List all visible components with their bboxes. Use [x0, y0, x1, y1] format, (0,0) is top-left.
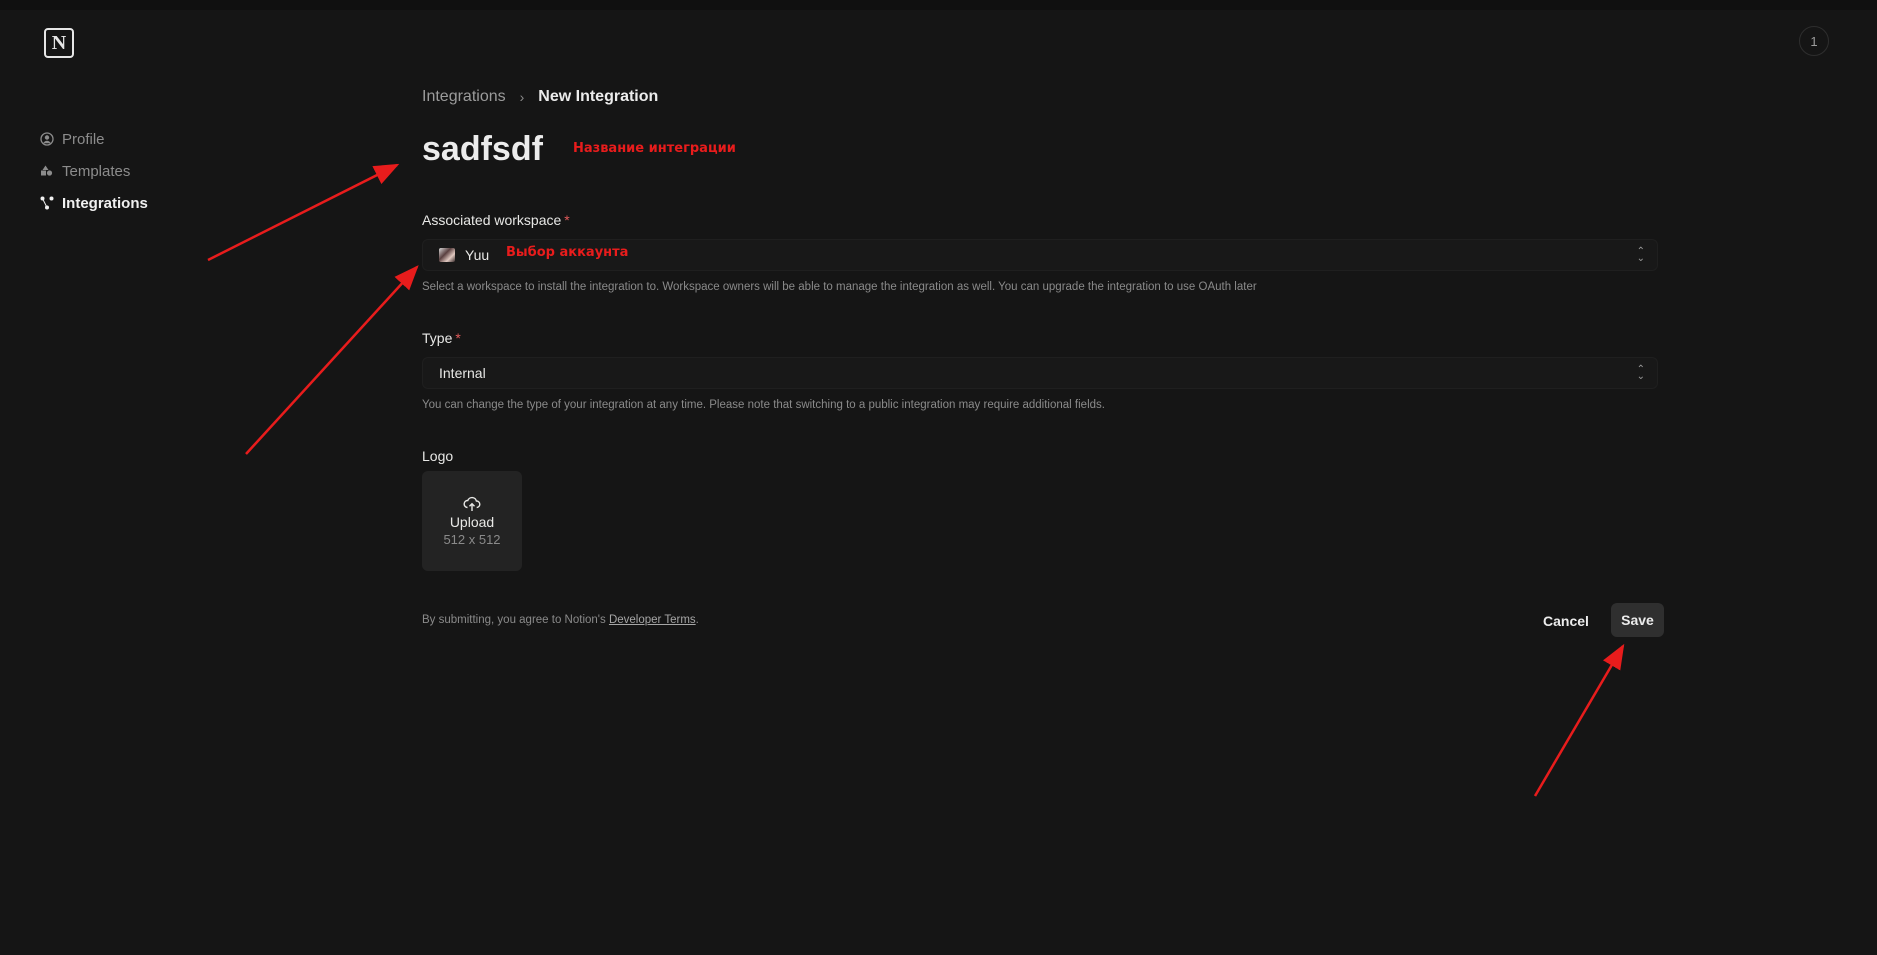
cancel-button[interactable]: Cancel — [1529, 605, 1603, 637]
workspace-label-text: Associated workspace — [422, 212, 562, 228]
account-avatar[interactable]: 1 — [1799, 26, 1829, 56]
notion-logo[interactable]: N — [44, 28, 74, 58]
save-button[interactable]: Save — [1611, 603, 1664, 637]
user-circle-icon — [40, 132, 54, 146]
terms-prefix: By submitting, you agree to Notion's — [422, 614, 609, 626]
workspace-label: Associated workspace * — [422, 212, 570, 228]
annotation-arrows — [207, 163, 1625, 797]
workspace-value: Yuu — [465, 247, 490, 263]
cloud-upload-icon — [463, 496, 481, 511]
sidebar-item-label: Profile — [62, 130, 105, 148]
workspace-avatar-icon — [439, 248, 455, 262]
workspace-help-text: Select a workspace to install the integr… — [422, 281, 1257, 293]
terms-text: By submitting, you agree to Notion's Dev… — [422, 614, 699, 626]
arrow-to-title — [207, 163, 400, 262]
type-label: Type * — [422, 330, 461, 346]
workspace-annotation: Выбор аккаунта — [506, 245, 629, 260]
chevron-right-icon: › — [519, 89, 525, 105]
type-label-text: Type — [422, 330, 453, 346]
select-chevron-icon: ⌃ ⌄ — [1636, 364, 1645, 382]
sidebar-item-label: Templates — [62, 162, 131, 180]
upload-size-hint: 512 x 512 — [443, 531, 501, 547]
sidebar-item-templates[interactable]: Templates — [40, 155, 148, 187]
type-value: Internal — [439, 365, 486, 381]
templates-icon — [40, 164, 54, 178]
arrow-to-save — [1533, 643, 1625, 797]
sidebar-item-label: Integrations — [62, 194, 148, 212]
type-select[interactable]: Internal ⌃ ⌄ — [422, 357, 1658, 389]
select-chevron-icon: ⌃ ⌄ — [1636, 246, 1645, 264]
required-mark: * — [455, 330, 461, 346]
breadcrumb: Integrations › New Integration — [422, 88, 658, 106]
sidebar-item-integrations[interactable]: Integrations — [40, 187, 148, 219]
arrow-to-workspace — [245, 265, 419, 455]
upload-label: Upload — [449, 513, 495, 530]
sidebar: Profile Templates Integrations — [40, 123, 148, 219]
top-strip — [0, 0, 1877, 10]
terms-suffix: . — [695, 614, 699, 626]
integrations-icon — [40, 196, 54, 210]
breadcrumb-integrations-link[interactable]: Integrations — [422, 88, 506, 106]
logo-upload-button[interactable]: Upload 512 x 512 — [422, 471, 522, 571]
breadcrumb-current: New Integration — [538, 88, 659, 105]
developer-terms-link[interactable]: Developer Terms — [609, 614, 696, 626]
sidebar-item-profile[interactable]: Profile — [40, 123, 148, 155]
integration-name-title[interactable]: sadfsdf — [422, 130, 543, 169]
type-help-text: You can change the type of your integrat… — [422, 399, 1105, 411]
logo-label: Logo — [422, 448, 454, 464]
required-mark: * — [564, 212, 570, 228]
title-annotation: Название интеграции — [573, 141, 736, 156]
